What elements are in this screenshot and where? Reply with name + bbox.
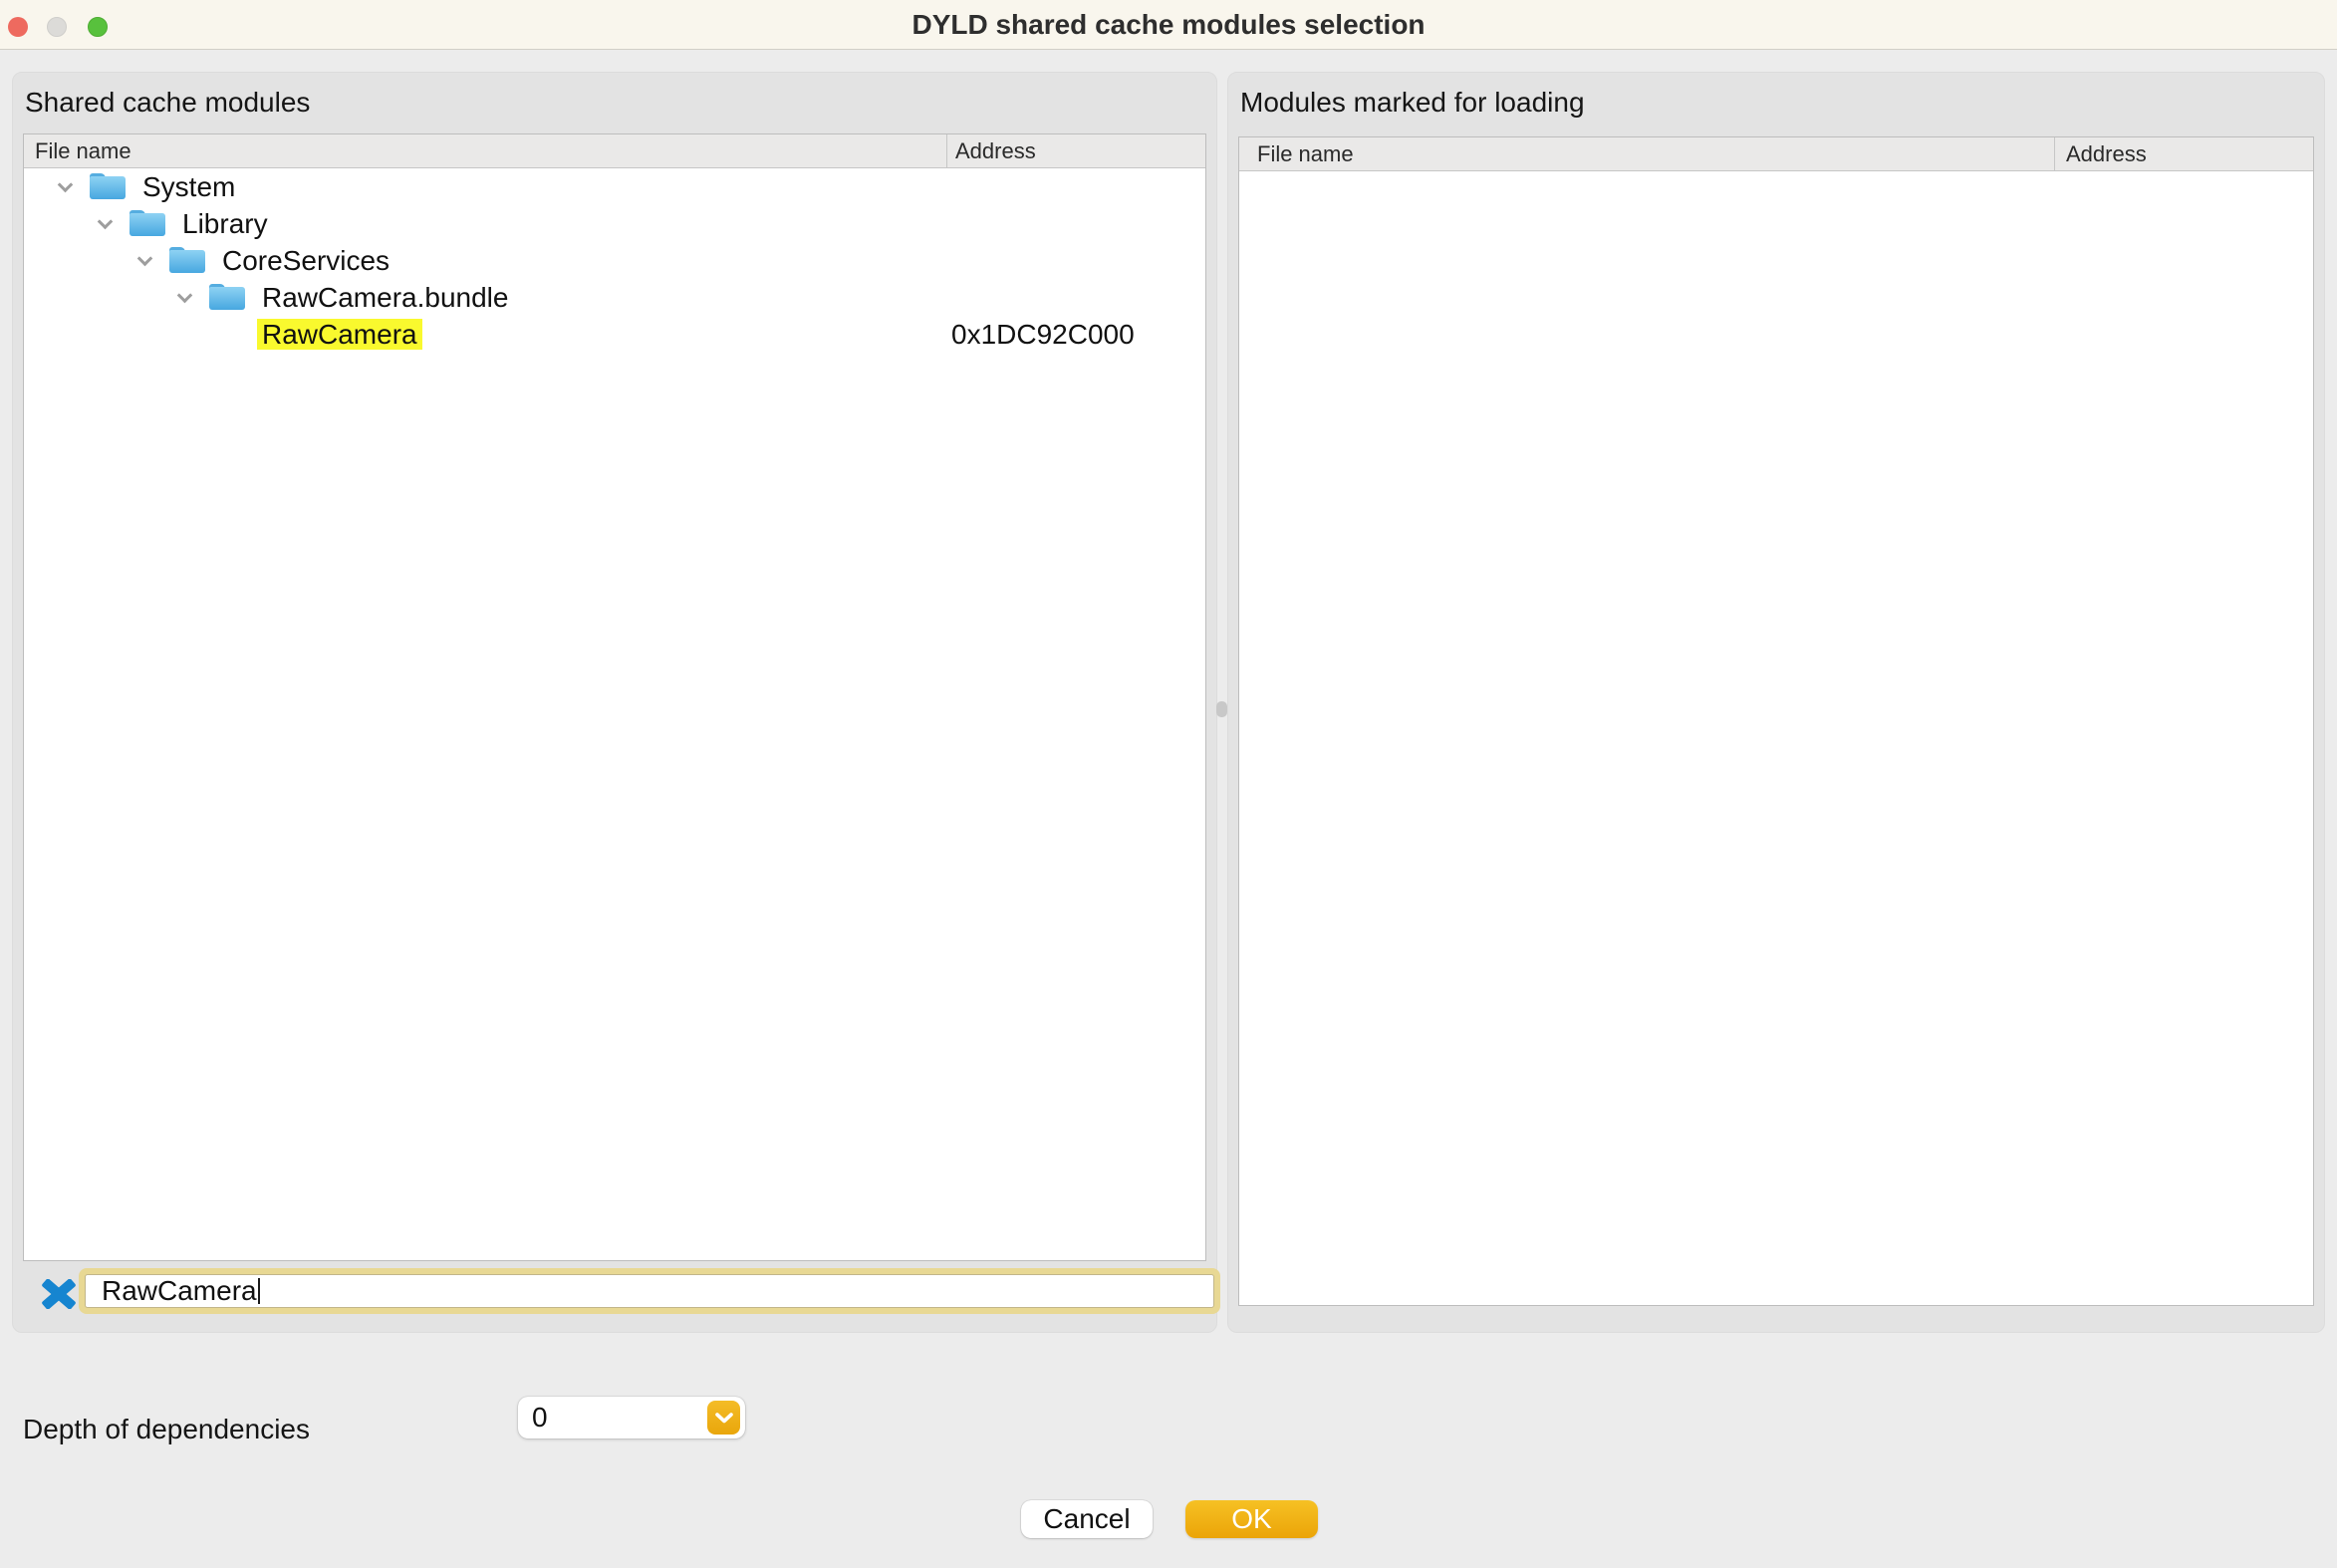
chevron-down-icon[interactable] [137, 251, 153, 267]
column-divider[interactable] [946, 134, 947, 167]
right-panel-title: Modules marked for loading [1240, 87, 1585, 119]
tree-row-rawcamera-bundle[interactable]: RawCamera.bundle [24, 279, 1205, 316]
depth-combobox[interactable]: 0 [518, 1397, 745, 1438]
folder-icon [130, 210, 165, 236]
chevron-down-icon [715, 1413, 733, 1424]
dialog-window: DYLD shared cache modules selection Shar… [0, 0, 2337, 1568]
tree-item-label: System [142, 168, 235, 205]
column-header-address[interactable]: Address [2066, 137, 2147, 171]
title-bar: DYLD shared cache modules selection [0, 0, 2337, 50]
tree-item-label: RawCamera [257, 319, 422, 350]
modules-marked-panel: Modules marked for loading File name Add… [1227, 72, 2325, 1333]
tree-row-coreservices[interactable]: CoreServices [24, 242, 1205, 279]
chevron-down-icon[interactable] [58, 177, 74, 193]
right-table-header: File name Address [1239, 137, 2313, 171]
column-header-address[interactable]: Address [955, 134, 1036, 168]
marked-modules-table: File name Address [1238, 136, 2314, 1306]
shared-modules-table: File name Address SystemLibraryCoreServi… [23, 133, 1206, 1261]
chevron-down-icon[interactable] [177, 288, 193, 304]
ok-button[interactable]: OK [1185, 1500, 1318, 1538]
filter-focus-ring: RawCamera [79, 1268, 1220, 1314]
window-title: DYLD shared cache modules selection [0, 0, 2337, 50]
column-header-file-name[interactable]: File name [35, 134, 131, 168]
shared-cache-modules-panel: Shared cache modules File name Address S… [12, 72, 1217, 1333]
tree-row-rawcamera[interactable]: RawCamera 0x1DC92C000 [24, 316, 1205, 353]
text-caret [258, 1278, 260, 1304]
chevron-down-icon[interactable] [98, 214, 114, 230]
tree-row-library[interactable]: Library [24, 205, 1205, 242]
folder-icon [169, 247, 205, 273]
shared-modules-tree: SystemLibraryCoreServicesRawCamera.bundl… [24, 168, 1205, 1260]
marked-modules-list [1239, 171, 2313, 1305]
left-table-header: File name Address [24, 134, 1205, 168]
column-divider[interactable] [2054, 137, 2055, 170]
tree-row-system[interactable]: System [24, 168, 1205, 205]
left-panel-title: Shared cache modules [25, 87, 310, 119]
depth-value: 0 [532, 1397, 548, 1438]
cancel-button[interactable]: Cancel [1021, 1500, 1153, 1538]
filter-input[interactable]: RawCamera [85, 1274, 1214, 1308]
column-header-file-name[interactable]: File name [1257, 137, 1354, 171]
tree-item-label: RawCamera.bundle [262, 279, 508, 316]
folder-icon [90, 173, 126, 199]
depth-of-dependencies-label: Depth of dependencies [23, 1414, 310, 1445]
folder-icon [209, 284, 245, 310]
clear-filter-icon[interactable] [42, 1279, 76, 1309]
combobox-dropdown-button[interactable] [707, 1401, 740, 1435]
panel-splitter-handle[interactable] [1216, 701, 1227, 717]
tree-item-label: Library [182, 205, 268, 242]
tree-item-label: CoreServices [222, 242, 390, 279]
address-cell: 0x1DC92C000 [951, 316, 1135, 353]
filter-input-value: RawCamera [102, 1275, 257, 1306]
